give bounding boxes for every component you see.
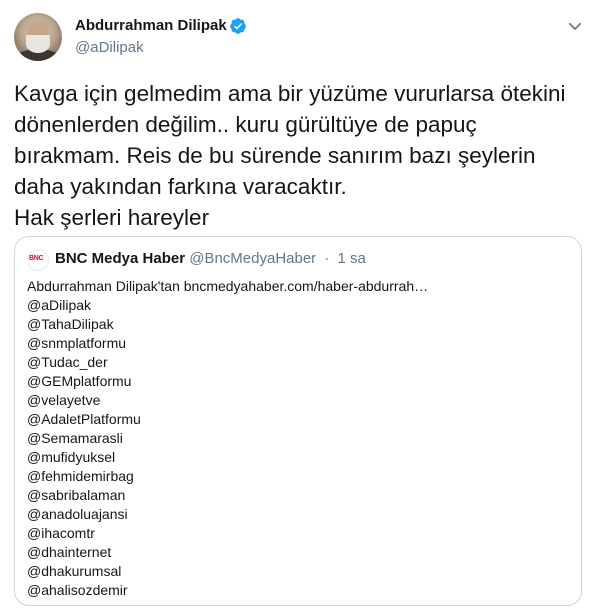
author-handle[interactable]: @aDilipak [75,39,144,56]
author-avatar[interactable] [14,13,62,61]
quoted-author-name[interactable]: BNC Medya Haber [55,250,185,267]
verified-badge-icon [230,18,246,34]
tweet: Abdurrahman Dilipak @aDilipak Kavga için… [0,0,598,616]
author-name[interactable]: Abdurrahman Dilipak [75,17,227,34]
quoted-mention[interactable]: @mufidyuksel [27,448,567,467]
quoted-mention[interactable]: @fehmidemirbag [27,467,567,486]
quoted-mention[interactable]: @dhainternet [27,543,567,562]
quoted-mention[interactable]: @TahaDilipak [27,315,567,334]
bnc-logo-text: BNC [29,255,44,262]
quoted-mention[interactable]: @ahalisozdemir [27,581,567,600]
quoted-mention[interactable]: @Tudac_der [27,353,567,372]
quoted-mention[interactable]: @snmplatformu [27,334,567,353]
tweet-text-line: Hak şerleri hareyler [14,205,210,230]
quoted-author-handle[interactable]: @BncMedyaHaber [189,250,316,267]
quoted-mention[interactable]: @GEMplatformu [27,372,567,391]
separator-dot: · [324,250,330,267]
quoted-header: BNC Medya Haber @BncMedyaHaber · 1 sa [55,250,366,267]
quoted-mention[interactable]: @dhakurumsal [27,562,567,581]
quoted-avatar[interactable]: BNC [27,249,49,271]
quoted-tweet[interactable]: BNC BNC Medya Haber @BncMedyaHaber · 1 s… [14,236,582,606]
tweet-text: Kavga için gelmedim ama bir yüzüme vurur… [14,78,584,233]
quoted-mention[interactable]: @aDilipak [27,296,567,315]
tweet-text-line: daha yakından farkına varacaktır. [14,174,347,199]
tweet-text-line: dönenlerden değilim.. kuru gürültüye de … [14,112,477,137]
tweet-text-line: Kavga için gelmedim ama bir yüzüme vurur… [14,81,566,106]
quoted-text: Abdurrahman Dilipak'tan bncmedyahaber.co… [27,277,567,600]
quoted-mention[interactable]: @velayetve [27,391,567,410]
quoted-mention[interactable]: @ihacomtr [27,524,567,543]
chevron-down-icon[interactable] [566,17,584,35]
tweet-text-line: bırakmam. Reis de bu sürende sanırım baz… [14,143,536,168]
avatar-beard [26,35,50,53]
quoted-mention[interactable]: @Semamarasli [27,429,567,448]
quoted-mention[interactable]: @sabribalaman [27,486,567,505]
quoted-text-line: Abdurrahman Dilipak'tan bncmedyahaber.co… [27,278,429,294]
quoted-mention[interactable]: @anadoluajansi [27,505,567,524]
quoted-timestamp[interactable]: 1 sa [338,250,366,267]
quoted-mention[interactable]: @AdaletPlatformu [27,410,567,429]
